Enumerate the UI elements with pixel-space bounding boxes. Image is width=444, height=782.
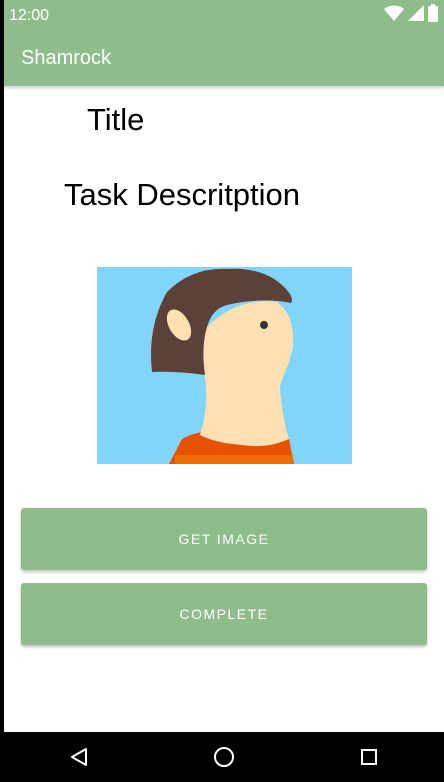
home-icon[interactable] xyxy=(212,745,236,769)
person-avatar-illustration xyxy=(97,267,352,464)
battery-icon xyxy=(428,3,438,27)
navigation-bar xyxy=(4,732,444,782)
cell-signal-icon xyxy=(408,4,424,26)
status-time: 12:00 xyxy=(9,7,50,24)
status-icons xyxy=(384,3,438,27)
task-image xyxy=(97,267,352,464)
back-icon[interactable] xyxy=(67,745,91,769)
get-image-button[interactable]: GET IMAGE xyxy=(21,508,427,570)
app-bar: Shamrock xyxy=(4,32,444,86)
complete-button[interactable]: COMPLETE xyxy=(21,583,427,645)
status-bar: 12:00 xyxy=(4,0,444,32)
task-title: Title xyxy=(87,102,145,137)
wifi-icon xyxy=(384,5,404,26)
app-title: Shamrock xyxy=(21,47,112,69)
recent-apps-icon[interactable] xyxy=(357,745,381,769)
app-screen: 12:00 Shamrock Title Task Descritption G… xyxy=(4,0,444,782)
task-description: Task Descritption xyxy=(64,177,301,212)
